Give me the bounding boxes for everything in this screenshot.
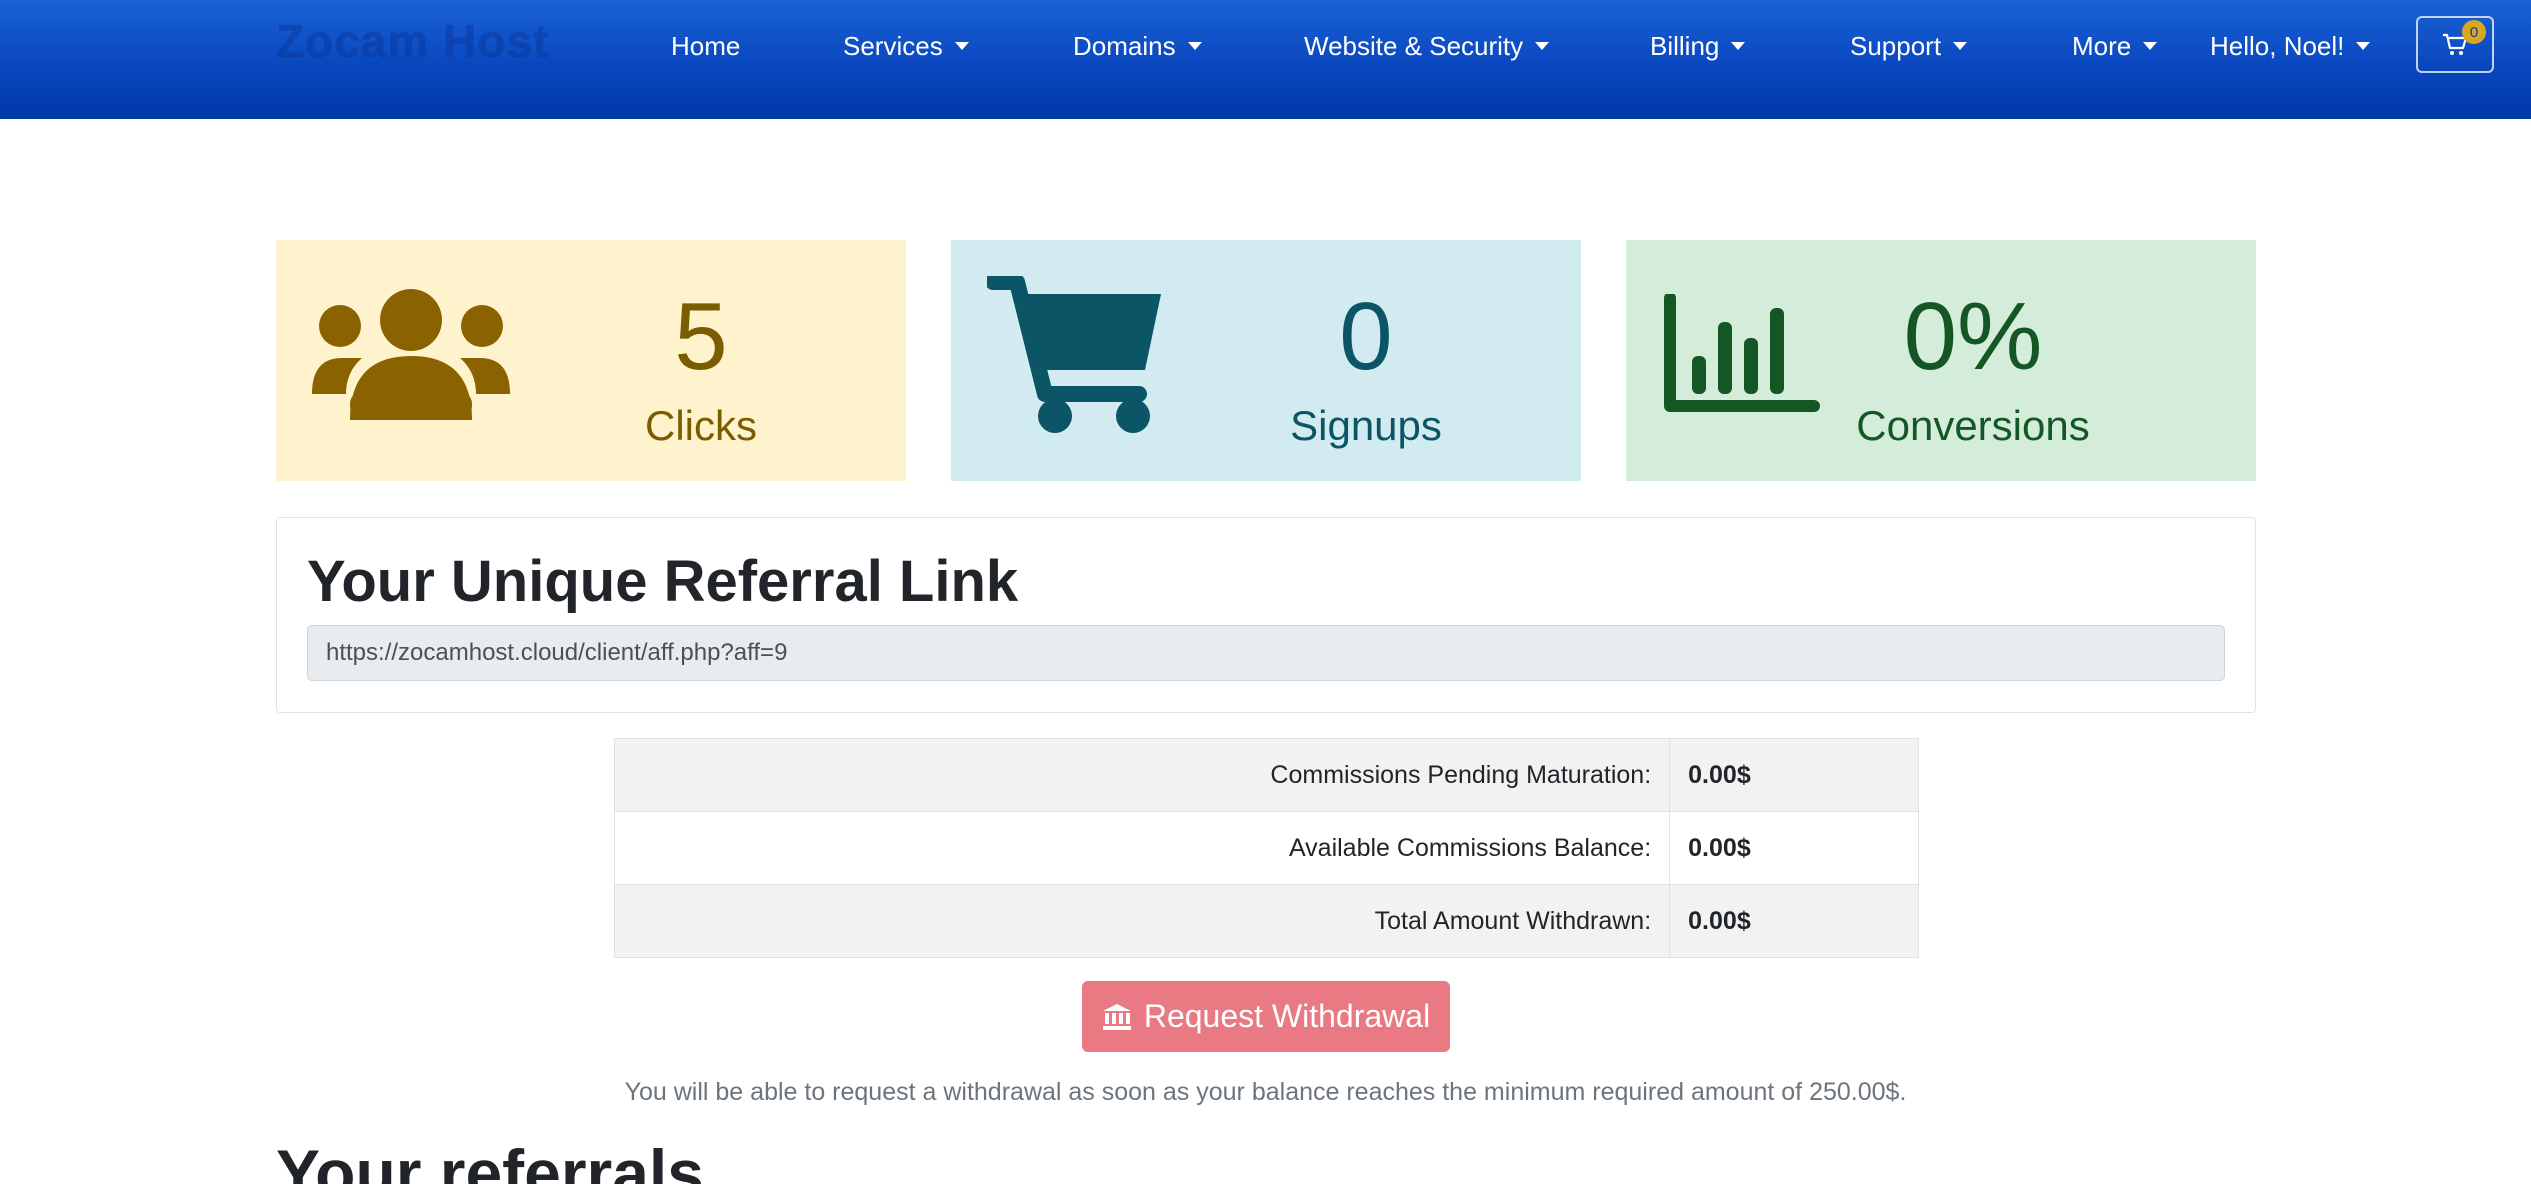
clicks-value: 5 xyxy=(674,283,728,390)
commission-label: Available Commissions Balance: xyxy=(613,811,1671,885)
bar-chart-icon xyxy=(1664,294,1820,412)
chevron-down-icon xyxy=(2143,42,2158,50)
referral-link-card: Your Unique Referral Link xyxy=(276,517,2256,713)
clicks-label: Clicks xyxy=(645,402,757,449)
referral-title: Your Unique Referral Link xyxy=(307,549,1019,614)
nav-label: Home xyxy=(671,30,741,61)
withdrawal-note: You will be able to request a withdrawal… xyxy=(624,1078,1907,1106)
nav-label: Domains xyxy=(1073,30,1176,61)
nav-more[interactable]: More xyxy=(2072,26,2158,66)
nav-support[interactable]: Support xyxy=(1850,26,1968,66)
referrals-section-title: Your referrals xyxy=(276,1136,704,1184)
commission-value: 0.00$ xyxy=(1669,811,1919,885)
brand-logo[interactable]: Zocam Host xyxy=(276,14,549,68)
chevron-down-icon xyxy=(1953,42,1968,50)
referral-link-input[interactable] xyxy=(307,625,2225,681)
cart-icon xyxy=(987,276,1161,433)
chevron-down-icon xyxy=(1535,42,1550,50)
stat-signups: 0 Signups xyxy=(951,240,1581,481)
table-row: Commissions Pending Maturation: 0.00$ xyxy=(613,738,1919,812)
cart-button[interactable]: 0 xyxy=(2416,16,2494,73)
nav-billing[interactable]: Billing xyxy=(1650,26,1746,66)
nav-services[interactable]: Services xyxy=(843,26,969,66)
signups-value: 0 xyxy=(1339,283,1393,390)
bank-icon xyxy=(1102,1003,1131,1030)
nav-label: Hello, Noel! xyxy=(2210,30,2345,61)
commission-label: Total Amount Withdrawn: xyxy=(613,884,1671,958)
nav-label: Billing xyxy=(1650,30,1720,61)
chevron-down-icon xyxy=(2356,42,2371,50)
nav-label: Services xyxy=(843,30,943,61)
stat-conversions: 0% Conversions xyxy=(1626,240,2256,481)
commission-value: 0.00$ xyxy=(1669,884,1919,958)
chevron-down-icon xyxy=(954,42,969,50)
signups-label: Signups xyxy=(1290,402,1442,449)
nav-domains[interactable]: Domains xyxy=(1073,26,1202,66)
withdraw-label: Request Withdrawal xyxy=(1143,998,1431,1034)
table-row: Available Commissions Balance: 0.00$ xyxy=(613,811,1919,885)
users-icon xyxy=(312,289,510,420)
nav-home[interactable]: Home xyxy=(671,26,740,66)
commission-label: Commissions Pending Maturation: xyxy=(613,738,1671,812)
chevron-down-icon xyxy=(1187,42,1202,50)
stat-clicks: 5 Clicks xyxy=(276,240,906,481)
conversions-label: Conversions xyxy=(1856,402,2090,449)
commissions-table: Commissions Pending Maturation: 0.00$ Av… xyxy=(613,738,1919,958)
top-navbar: Zocam Host Home Services Domains Website… xyxy=(0,0,2531,119)
cart-count-badge: 0 xyxy=(2462,20,2486,44)
nav-label: Website & Security xyxy=(1304,30,1524,61)
request-withdrawal-button[interactable]: Request Withdrawal xyxy=(1082,981,1450,1052)
nav-website-security[interactable]: Website & Security xyxy=(1304,26,1550,66)
chevron-down-icon xyxy=(1731,42,1746,50)
nav-label: More xyxy=(2072,30,2132,61)
table-row: Total Amount Withdrawn: 0.00$ xyxy=(613,884,1919,958)
nav-user-menu[interactable]: Hello, Noel! xyxy=(2210,26,2371,66)
nav-label: Support xyxy=(1850,30,1942,61)
commission-value: 0.00$ xyxy=(1669,738,1919,812)
conversions-value: 0% xyxy=(1903,283,2043,390)
